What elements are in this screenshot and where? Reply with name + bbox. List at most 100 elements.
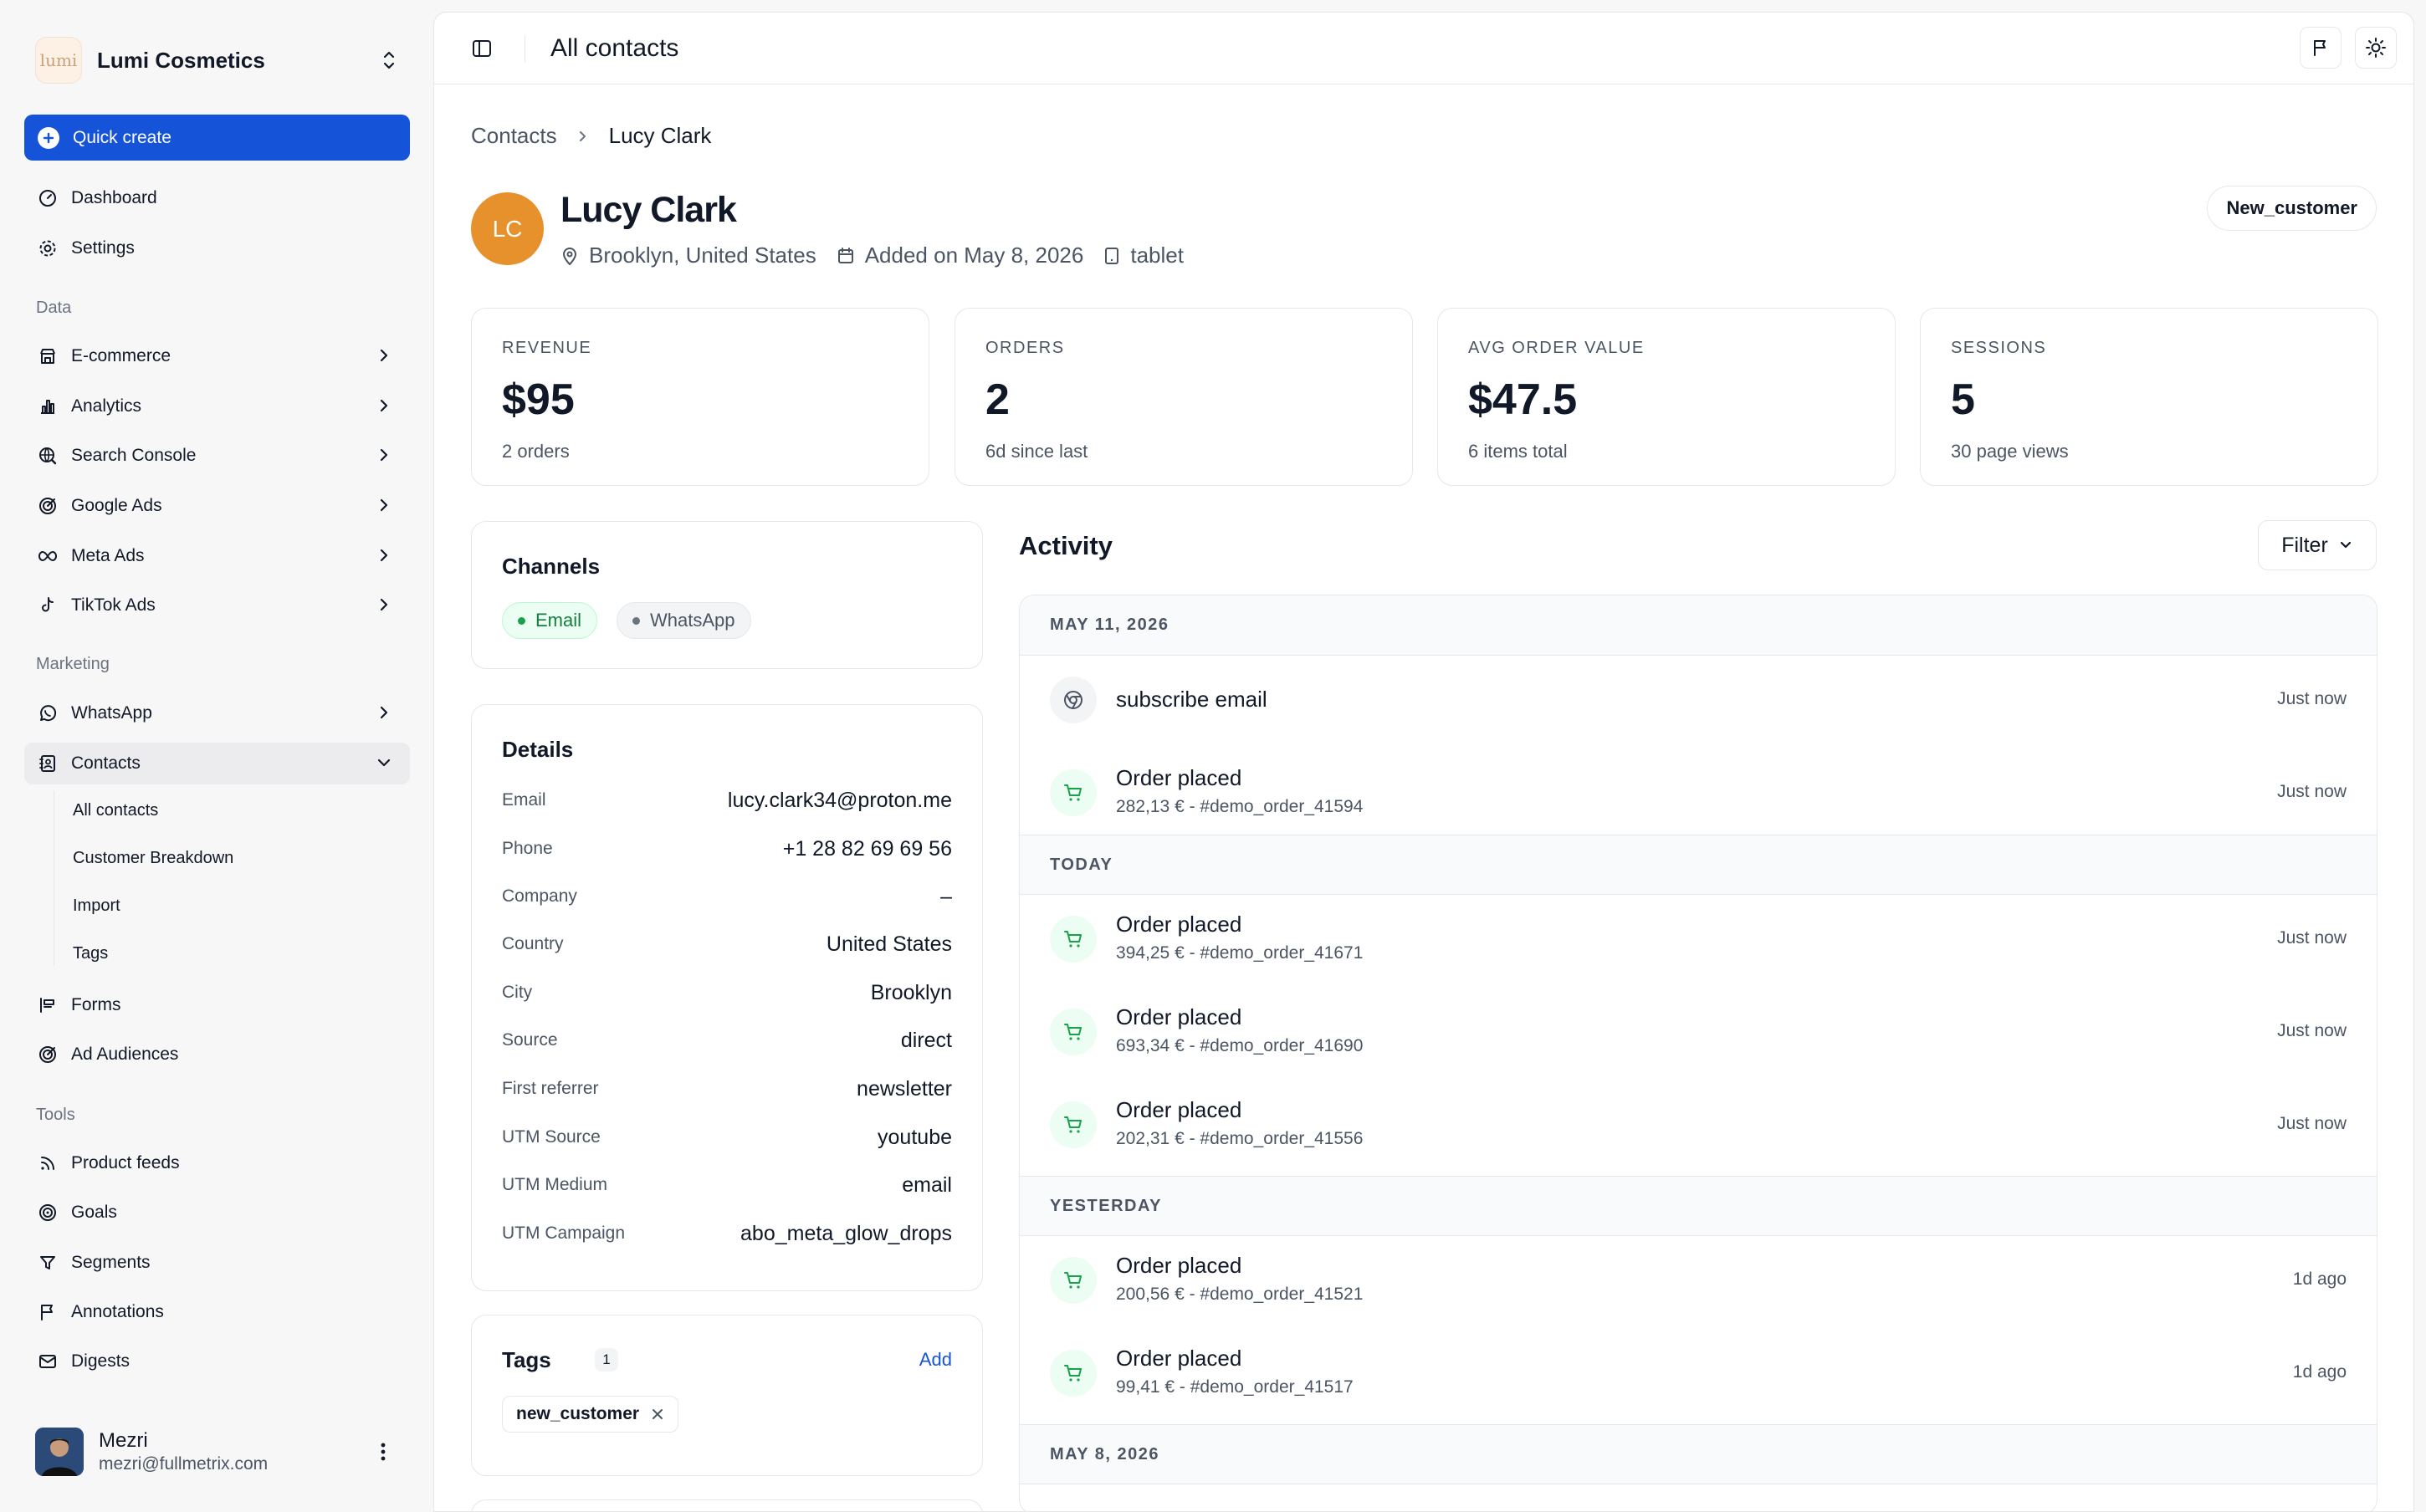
target-icon <box>36 1043 59 1066</box>
sidebar-item-dashboard[interactable]: Dashboard <box>24 177 410 219</box>
sidebar-item-product-feeds[interactable]: Product feeds <box>24 1142 410 1184</box>
activity-event[interactable]: Order placed 282,13 € - #demo_order_4159… <box>1020 748 2377 841</box>
detail-key: Company <box>502 886 577 906</box>
event-subtitle: 693,34 € - #demo_order_41690 <box>1116 1036 1364 1055</box>
sidebar-item-analytics[interactable]: Analytics <box>24 386 410 427</box>
stat-subtext: 6 items total <box>1468 441 1568 462</box>
segment-badge[interactable]: New_customer <box>2207 186 2377 231</box>
user-menu[interactable]: Mezri mezri@fullmetrix.com <box>35 1427 408 1477</box>
sidebar-item-search-console[interactable]: Search Console <box>24 435 410 477</box>
card-title: Details <box>502 737 574 762</box>
event-subtitle: 99,41 € - #demo_order_41517 <box>1116 1377 1354 1397</box>
theme-toggle-button[interactable] <box>2355 27 2397 69</box>
channel-whatsapp[interactable]: WhatsApp <box>617 602 751 639</box>
event-time: Just now <box>2277 1114 2347 1133</box>
add-tag-button[interactable]: Add <box>919 1349 952 1371</box>
detail-row-company: Company – <box>502 880 952 913</box>
filter-button[interactable]: Filter <box>2258 520 2377 570</box>
activity-event[interactable]: Order placed 693,34 € - #demo_order_4169… <box>1020 988 2377 1080</box>
quick-create-button[interactable]: Quick create <box>24 115 410 161</box>
sidebar-item-contacts[interactable]: Contacts <box>24 743 410 784</box>
annotations-button[interactable] <box>2300 27 2342 69</box>
chevrons-up-down-icon[interactable] <box>380 49 398 72</box>
sidebar-item-settings[interactable]: Settings <box>24 227 410 269</box>
detail-row-phone: Phone +1 28 82 69 69 56 <box>502 832 952 866</box>
stat-label: ORDERS <box>985 339 1065 357</box>
target-icon <box>36 494 59 518</box>
chevron-right-icon <box>375 396 393 415</box>
contacts-icon <box>36 752 59 775</box>
sidebar-item-label: Google Ads <box>71 496 162 515</box>
activity-event[interactable]: subscribe email Just now <box>1020 656 2377 748</box>
stat-value: $47.5 <box>1468 375 1578 424</box>
more-vertical-icon[interactable] <box>373 1440 393 1463</box>
card-title: Tags <box>502 1347 551 1372</box>
workspace-switcher[interactable]: lumi Lumi Cosmetics <box>35 37 408 84</box>
detail-value: +1 28 82 69 69 56 <box>782 836 952 861</box>
sidebar-item-segments[interactable]: Segments <box>24 1242 410 1284</box>
sidebar-item-goals[interactable]: Goals <box>24 1192 410 1234</box>
stat-card-revenue: REVENUE $95 2 orders <box>471 308 929 486</box>
filter-label: Filter <box>2281 533 2328 557</box>
breadcrumb-contacts[interactable]: Contacts <box>471 123 557 149</box>
cart-icon <box>1050 769 1097 816</box>
stat-card-orders: ORDERS 2 6d since last <box>955 308 1413 486</box>
tag-label: new_customer <box>516 1404 640 1423</box>
form-icon <box>36 994 59 1017</box>
plus-circle-icon <box>38 126 59 149</box>
event-time: Just now <box>2277 782 2347 801</box>
calendar-icon <box>837 247 855 265</box>
sidebar-item-ad-audiences[interactable]: Ad Audiences <box>24 1034 410 1075</box>
contact-device: tablet <box>1130 243 1184 268</box>
user-name: Mezri <box>99 1429 148 1452</box>
sidebar-item-label: Meta Ads <box>71 546 145 565</box>
stat-value: $95 <box>502 375 575 424</box>
workspace-logo: lumi <box>35 37 82 84</box>
sidebar-item-label: Search Console <box>71 446 197 465</box>
user-email: mezri@fullmetrix.com <box>99 1454 269 1474</box>
chrome-icon <box>1050 677 1097 723</box>
store-icon <box>36 345 59 368</box>
sidebar-item-forms[interactable]: Forms <box>24 984 410 1026</box>
sidebar-item-label: Goals <box>71 1203 117 1222</box>
stat-card-avg-order-value: AVG ORDER VALUE $47.5 6 items total <box>1437 308 1896 486</box>
channel-email[interactable]: Email <box>502 602 598 639</box>
sidebar-item-digests[interactable]: Digests <box>24 1341 410 1382</box>
sidebar-item-whatsapp[interactable]: WhatsApp <box>24 692 410 734</box>
sidebar-item-annotations[interactable]: Annotations <box>24 1291 410 1333</box>
chevron-right-icon <box>576 129 591 144</box>
activity-event[interactable]: Order placed 202,31 € - #demo_order_4155… <box>1020 1080 2377 1173</box>
chevron-right-icon <box>375 595 393 614</box>
sidebar-item-meta-ads[interactable]: Meta Ads <box>24 535 410 577</box>
sidebar: lumi Lumi Cosmetics Quick create Dashboa… <box>0 0 433 1512</box>
sidebar-toggle-icon[interactable] <box>471 38 493 59</box>
detail-value: newsletter <box>857 1076 952 1101</box>
detail-key: Country <box>502 934 564 953</box>
sidebar-item-label: E-commerce <box>71 346 171 365</box>
sidebar-subitem-import[interactable]: Import <box>73 896 120 916</box>
sidebar-item-label: TikTok Ads <box>71 595 156 615</box>
activity-event[interactable]: Order placed 99,41 € - #demo_order_41517… <box>1020 1329 2377 1422</box>
flag-icon <box>2311 38 2331 58</box>
sidebar-subitem-tags[interactable]: Tags <box>73 944 108 963</box>
stat-value: 2 <box>985 375 1010 424</box>
sidebar-item-tiktok-ads[interactable]: TikTok Ads <box>24 585 410 626</box>
stat-subtext: 2 orders <box>502 441 570 462</box>
sidebar-item-ecommerce[interactable]: E-commerce <box>24 335 410 377</box>
activity-event[interactable]: Order placed 200,56 € - #demo_order_4152… <box>1020 1236 2377 1329</box>
sidebar-item-label: Settings <box>71 238 135 258</box>
sidebar-item-label: Annotations <box>71 1302 164 1321</box>
chevron-right-icon <box>375 496 393 514</box>
sidebar-item-label: Digests <box>71 1351 131 1371</box>
status-dot <box>518 616 525 625</box>
activity-event[interactable]: Order placed 394,25 € - #demo_order_4167… <box>1020 895 2377 988</box>
event-subtitle: 282,13 € - #demo_order_41594 <box>1116 797 1364 816</box>
contact-location: Brooklyn, United States <box>589 243 816 268</box>
sidebar-item-label: Contacts <box>71 753 141 773</box>
sidebar-item-google-ads[interactable]: Google Ads <box>24 485 410 527</box>
close-icon[interactable] <box>651 1407 664 1421</box>
detail-key: Email <box>502 790 546 810</box>
sidebar-subitem-all-contacts[interactable]: All contacts <box>73 801 158 820</box>
sidebar-subitem-customer-breakdown[interactable]: Customer Breakdown <box>73 849 233 868</box>
detail-row-source: Source direct <box>502 1024 952 1057</box>
